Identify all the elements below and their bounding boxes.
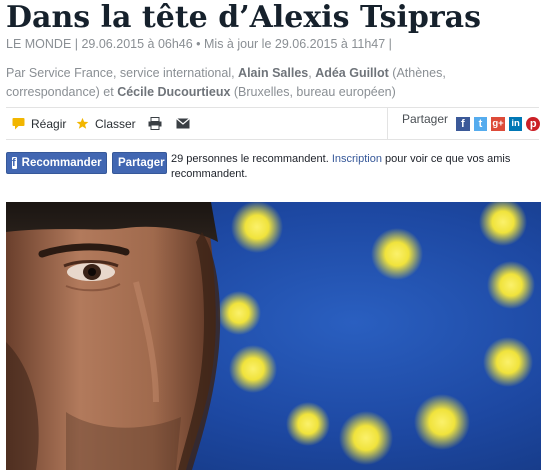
share-area: Partager f t g+ in p [387, 108, 540, 139]
author-link[interactable]: Adéa Guillot [315, 66, 389, 80]
article-toolbar: Réagir Classer Partager f t g+ in p [6, 107, 540, 140]
facebook-recommend-label: Recommander [21, 157, 102, 169]
twitter-share-icon[interactable]: t [473, 116, 488, 131]
google-plus-share-icon[interactable]: g+ [491, 116, 505, 131]
author-link[interactable]: Cécile Ducourtieux [117, 85, 230, 99]
byline-suffix: (Bruxelles, bureau européen) [230, 85, 396, 99]
facebook-share-label: Partager [118, 157, 165, 169]
photo-image [6, 202, 541, 470]
comment-icon [12, 118, 25, 130]
author-link[interactable]: Alain Salles [238, 66, 308, 80]
article-photo [6, 202, 541, 470]
share-label: Partager [402, 111, 449, 126]
facebook-recommend-text: 29 personnes le recommandent. Inscriptio… [171, 152, 531, 182]
react-label: Réagir [31, 116, 67, 131]
email-icon [176, 118, 190, 129]
article-meta: LE MONDE | 29.06.2015 à 06h46 • Mis à jo… [6, 37, 392, 51]
facebook-share-button[interactable]: Partager [112, 152, 167, 174]
article-title: Dans la tête d’Alexis Tsipras [6, 0, 481, 35]
classer-label: Classer [95, 116, 136, 131]
classer-button[interactable]: Classer [76, 108, 136, 139]
email-button[interactable] [176, 108, 196, 139]
facebook-recommend-button[interactable]: f Recommander [6, 152, 107, 174]
print-icon [148, 117, 162, 130]
facebook-share-icon[interactable]: f [456, 116, 470, 131]
portrait [6, 202, 221, 470]
article-byline: Par Service France, service internationa… [6, 64, 531, 102]
byline-prefix: Par Service France, service internationa… [6, 66, 239, 80]
print-button[interactable] [148, 108, 168, 139]
recommend-count: 29 personnes le recommandent. [171, 153, 332, 165]
star-icon [76, 117, 89, 129]
react-button[interactable]: Réagir [12, 108, 66, 139]
facebook-widget: f Recommander Partager 29 personnes le r… [6, 150, 539, 186]
linkedin-share-icon[interactable]: in [508, 116, 523, 131]
pinterest-share-icon[interactable]: p [526, 116, 540, 131]
signup-link[interactable]: Inscription [332, 153, 382, 165]
facebook-icon: f [12, 157, 17, 169]
